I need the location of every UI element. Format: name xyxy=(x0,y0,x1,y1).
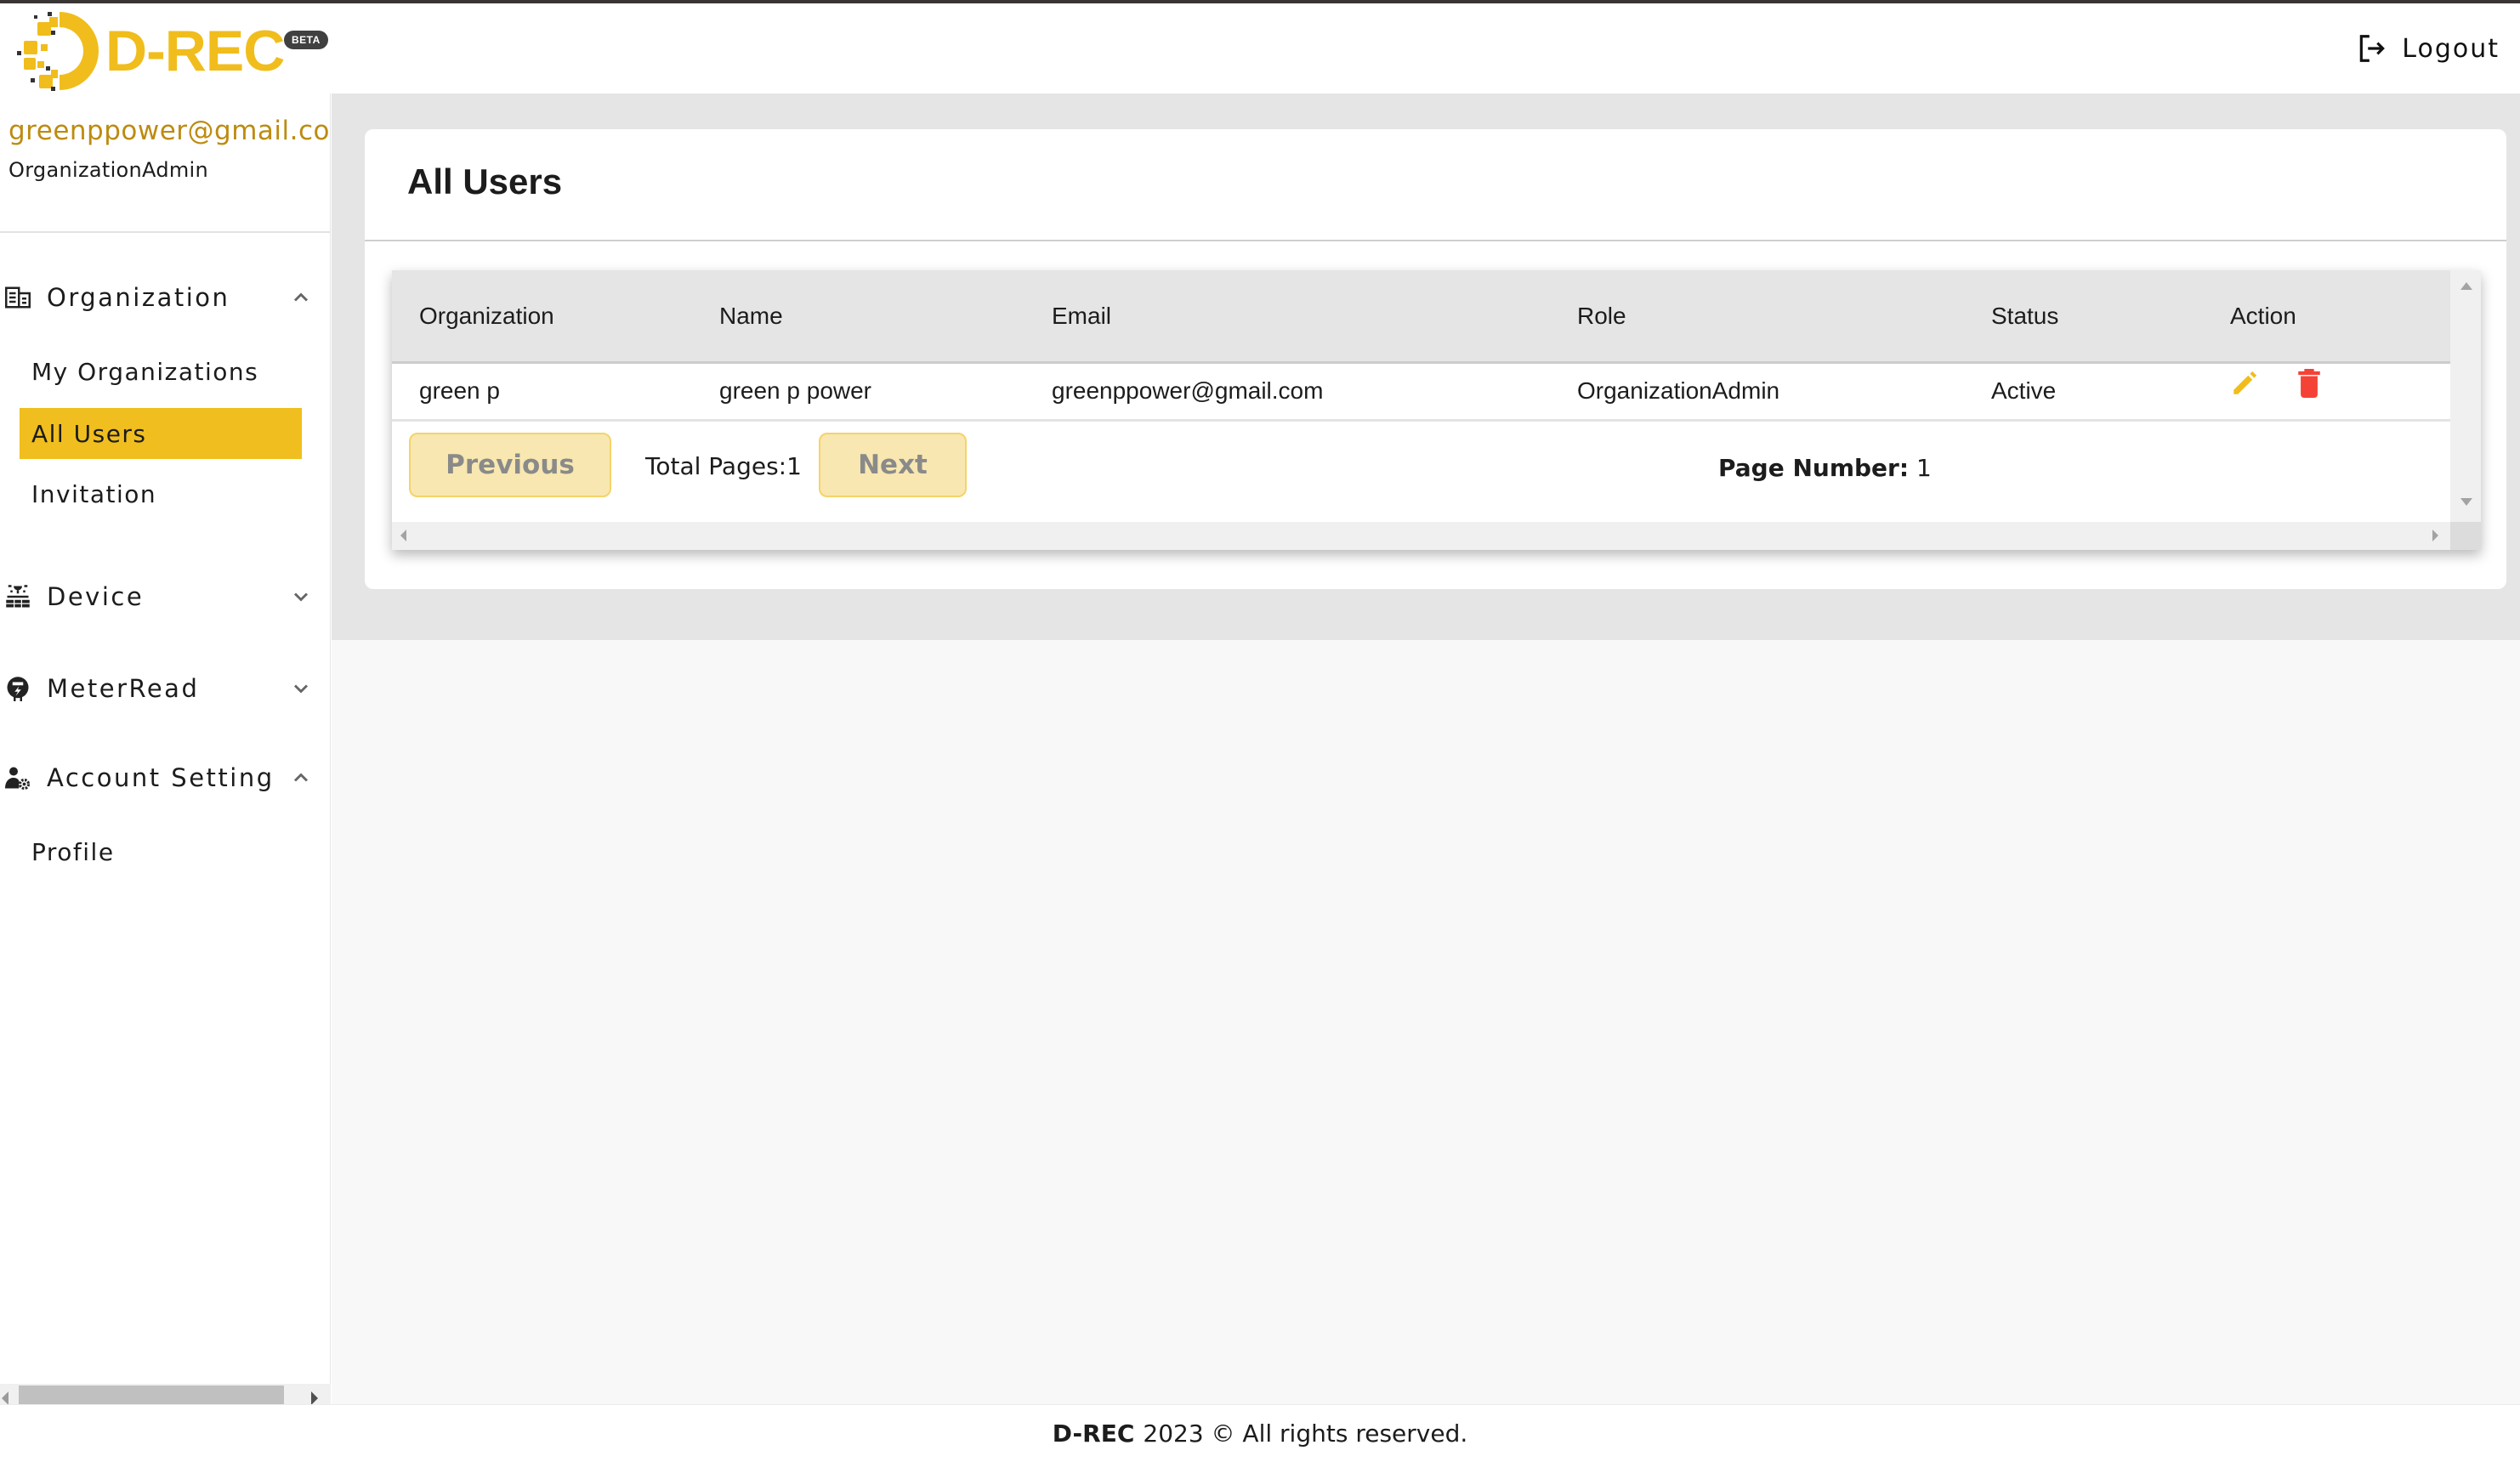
footer-copyright: 2023 © All rights reserved. xyxy=(1143,1420,1468,1448)
logout-label: Logout xyxy=(2402,33,2500,64)
sidebar-group-label: Device xyxy=(47,582,145,611)
sidebar-group-organization[interactable]: Organization xyxy=(0,272,331,323)
cell-organization: green p xyxy=(419,377,500,404)
cell-role: OrganizationAdmin xyxy=(1577,377,1780,404)
title-divider xyxy=(365,240,2506,241)
table-header: Organization Name Email Role Status Acti… xyxy=(392,270,2450,364)
sidebar: greenppower@gmail.com OrganizationAdmin … xyxy=(0,94,331,1413)
logout-icon xyxy=(2360,35,2386,62)
table-row: green p green p power greenppower@gmail.… xyxy=(392,364,2450,422)
sidebar-group-label: MeterRead xyxy=(47,674,200,703)
users-table: Organization Name Email Role Status Acti… xyxy=(392,270,2481,550)
sidebar-group-device[interactable]: Device xyxy=(0,571,331,622)
column-header-role[interactable]: Role xyxy=(1577,303,1626,330)
logo-text: D-REC xyxy=(105,19,285,83)
total-pages-value: 1 xyxy=(786,452,802,480)
sidebar-item-all-users[interactable]: All Users xyxy=(20,408,302,459)
page-title: All Users xyxy=(407,162,563,201)
beta-badge: BETA xyxy=(284,31,328,49)
column-header-action: Action xyxy=(2230,303,2296,329)
cell-email: greenppower@gmail.com xyxy=(1052,377,1324,404)
logout-button[interactable]: Logout xyxy=(2356,32,2500,65)
total-pages: Total Pages:1 xyxy=(645,452,802,480)
chevron-up-icon[interactable] xyxy=(289,286,313,309)
column-header-name[interactable]: Name xyxy=(719,303,783,330)
sidebar-item-my-organizations[interactable]: My Organizations xyxy=(20,346,302,397)
footer: D-REC 2023 © All rights reserved. xyxy=(0,1404,2520,1462)
logo[interactable]: D-REC xyxy=(15,10,285,92)
pagination: Previous Total Pages:1 Next Page Number:… xyxy=(392,422,2450,522)
scrollbar-corner xyxy=(2450,522,2481,550)
cell-status: Active xyxy=(1991,377,2057,404)
main-content: All Users Organization Name Email Role S… xyxy=(332,94,2520,1404)
user-email: greenppower@gmail.com xyxy=(9,116,330,146)
page-number-value: 1 xyxy=(1916,454,1932,482)
total-pages-label: Total Pages: xyxy=(645,452,787,480)
users-card: All Users Organization Name Email Role S… xyxy=(365,129,2506,589)
scroll-left-arrow-icon[interactable] xyxy=(2,1391,9,1405)
meter-icon xyxy=(7,677,29,701)
building-icon xyxy=(5,286,31,309)
scroll-up-arrow-icon[interactable] xyxy=(2460,282,2472,290)
top-bar: D-REC BETA Logout xyxy=(0,0,2520,94)
page-number-label: Page Number: xyxy=(1718,454,1910,482)
chevron-down-icon[interactable] xyxy=(289,677,313,700)
sidebar-group-account-setting[interactable]: Account Setting xyxy=(0,752,331,803)
column-header-email[interactable]: Email xyxy=(1052,303,1111,330)
scroll-right-arrow-icon[interactable] xyxy=(2432,530,2438,541)
chevron-up-icon[interactable] xyxy=(289,766,313,790)
edit-icon[interactable] xyxy=(2230,369,2259,398)
table-horizontal-scrollbar[interactable] xyxy=(392,522,2450,550)
sidebar-item-profile[interactable]: Profile xyxy=(20,826,302,877)
user-info: greenppower@gmail.com OrganizationAdmin xyxy=(0,94,330,233)
sidebar-item-invitation[interactable]: Invitation xyxy=(20,468,302,519)
cell-name: green p power xyxy=(719,377,872,404)
logo-mark-icon xyxy=(17,12,99,91)
previous-button[interactable]: Previous xyxy=(409,433,611,497)
next-button[interactable]: Next xyxy=(819,433,967,497)
sidebar-group-meterread[interactable]: MeterRead xyxy=(0,663,331,714)
footer-brand: D-REC xyxy=(1052,1420,1135,1448)
delete-icon[interactable] xyxy=(2296,369,2322,398)
user-gear-icon xyxy=(5,767,31,790)
sidebar-group-label: Organization xyxy=(47,283,230,312)
content-header-band: All Users Organization Name Email Role S… xyxy=(332,94,2520,640)
scroll-left-arrow-icon[interactable] xyxy=(400,530,406,541)
sidebar-group-label: Account Setting xyxy=(47,763,275,792)
table-vertical-scrollbar[interactable] xyxy=(2450,270,2481,522)
scroll-right-arrow-icon[interactable] xyxy=(311,1391,318,1405)
chevron-down-icon[interactable] xyxy=(289,585,313,609)
scroll-down-arrow-icon[interactable] xyxy=(2460,498,2472,506)
solar-panel-icon xyxy=(6,585,30,608)
column-header-organization[interactable]: Organization xyxy=(419,303,554,330)
page-number: Page Number: 1 xyxy=(1718,454,1932,482)
column-header-status[interactable]: Status xyxy=(1991,303,2058,330)
user-role: OrganizationAdmin xyxy=(9,158,209,182)
